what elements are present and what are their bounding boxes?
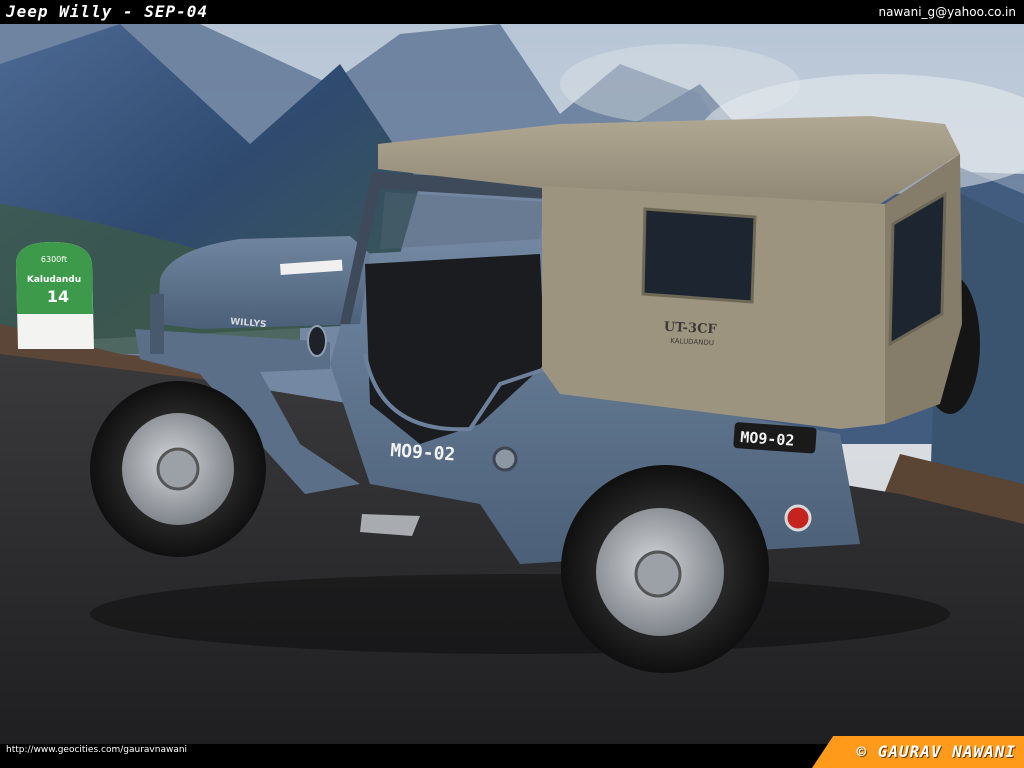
rear-wheel [561, 465, 769, 673]
title-bar: Jeep Willy - SEP-04 nawani_g@yahoo.co.in [0, 0, 1024, 24]
milestone-place: Kaludandu [27, 275, 81, 285]
credit-tab: © GAURAV NAWANI [812, 736, 1024, 768]
rear-registration: MO9-02 [740, 428, 795, 450]
fuel-cap [492, 446, 518, 472]
jeep-render-scene: 6300ft Kaludandu 14 WILLYS UT-3CF KALUDA… [0, 24, 1024, 744]
wallpaper-title: Jeep Willy - SEP-04 [6, 2, 209, 21]
footer-bar: http://www.geocities.com/gauravnawani © … [0, 736, 1024, 768]
author-email: nawani_g@yahoo.co.in [878, 5, 1016, 19]
milestone-altitude: 6300ft [41, 255, 67, 264]
milestone: 6300ft Kaludandu 14 [16, 242, 94, 349]
canvas-side-window [641, 207, 757, 304]
artist-credit: © GAURAV NAWANI [856, 742, 1016, 761]
front-wheel [90, 381, 266, 557]
wallpaper: Jeep Willy - SEP-04 nawani_g@yahoo.co.in [0, 0, 1024, 768]
milestone-number: 14 [47, 287, 69, 306]
website-url: http://www.geocities.com/gauravnawani [6, 745, 188, 755]
side-mirror [307, 325, 327, 357]
canvas-code: UT-3CF [663, 320, 717, 338]
tail-light [784, 504, 812, 532]
